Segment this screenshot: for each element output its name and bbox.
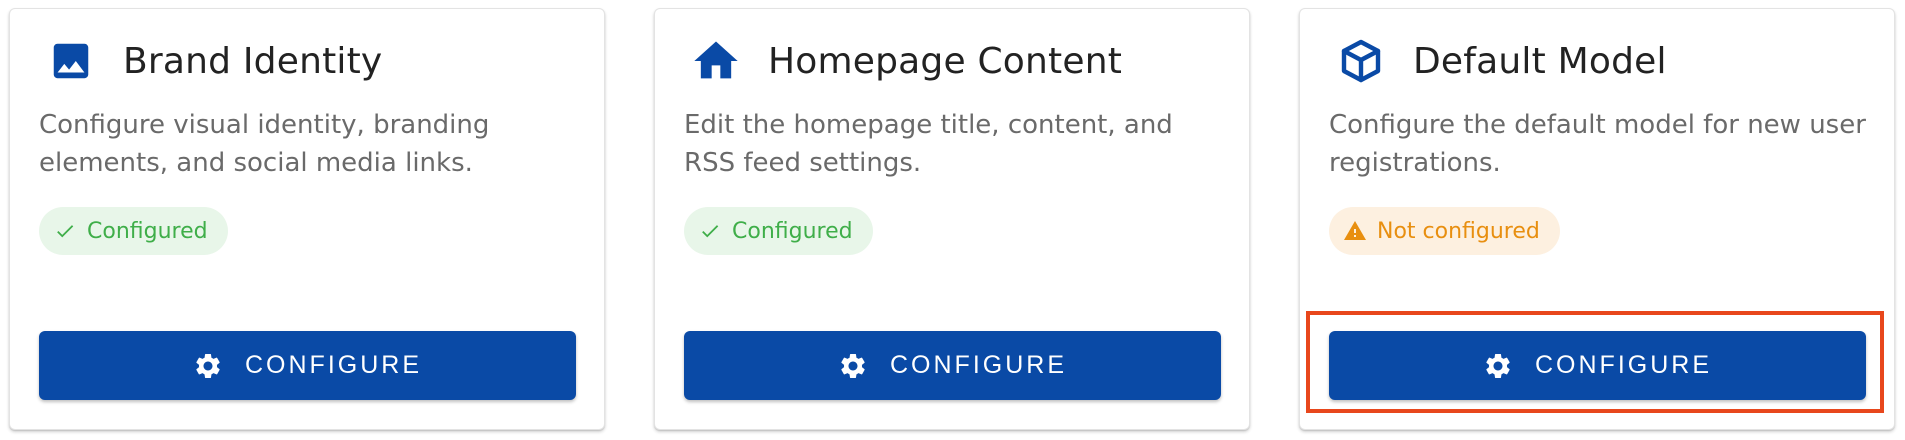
card-brand-identity: Brand Identity Configure visual identity… (9, 8, 605, 430)
card-header: Brand Identity (45, 25, 382, 97)
status-label: Configured (87, 218, 208, 244)
gear-icon (838, 351, 868, 381)
card-homepage-content: Homepage Content Edit the homepage title… (654, 8, 1250, 430)
card-title: Default Model (1413, 40, 1667, 82)
button-label: CONFIGURE (245, 351, 422, 379)
check-icon (53, 219, 77, 243)
card-title: Homepage Content (768, 40, 1123, 82)
status-badge: Configured (39, 207, 228, 255)
warning-icon (1343, 219, 1367, 243)
button-label: CONFIGURE (890, 351, 1067, 379)
status-label: Not configured (1377, 218, 1540, 244)
status-badge: Not configured (1329, 207, 1560, 255)
status-badge: Configured (684, 207, 873, 255)
card-description: Configure the default model for new user… (1329, 110, 1866, 178)
gear-icon (1483, 351, 1513, 381)
check-icon (698, 219, 722, 243)
image-icon (45, 35, 97, 87)
gear-icon (193, 351, 223, 381)
button-label: CONFIGURE (1535, 351, 1712, 379)
card-default-model: Default Model Configure the default mode… (1299, 8, 1895, 430)
configure-button[interactable]: CONFIGURE (684, 331, 1221, 400)
status-label: Configured (732, 218, 853, 244)
settings-cards: Brand Identity Configure visual identity… (0, 0, 1905, 440)
card-description: Edit the homepage title, content, and RS… (684, 110, 1173, 178)
card-description: Configure visual identity, branding elem… (39, 110, 490, 178)
card-title: Brand Identity (123, 40, 383, 82)
configure-button[interactable]: CONFIGURE (1329, 331, 1866, 400)
configure-button[interactable]: CONFIGURE (39, 331, 576, 400)
home-icon (690, 35, 742, 87)
cube-icon (1335, 35, 1387, 87)
card-header: Default Model (1335, 25, 1667, 97)
card-header: Homepage Content (690, 25, 1122, 97)
